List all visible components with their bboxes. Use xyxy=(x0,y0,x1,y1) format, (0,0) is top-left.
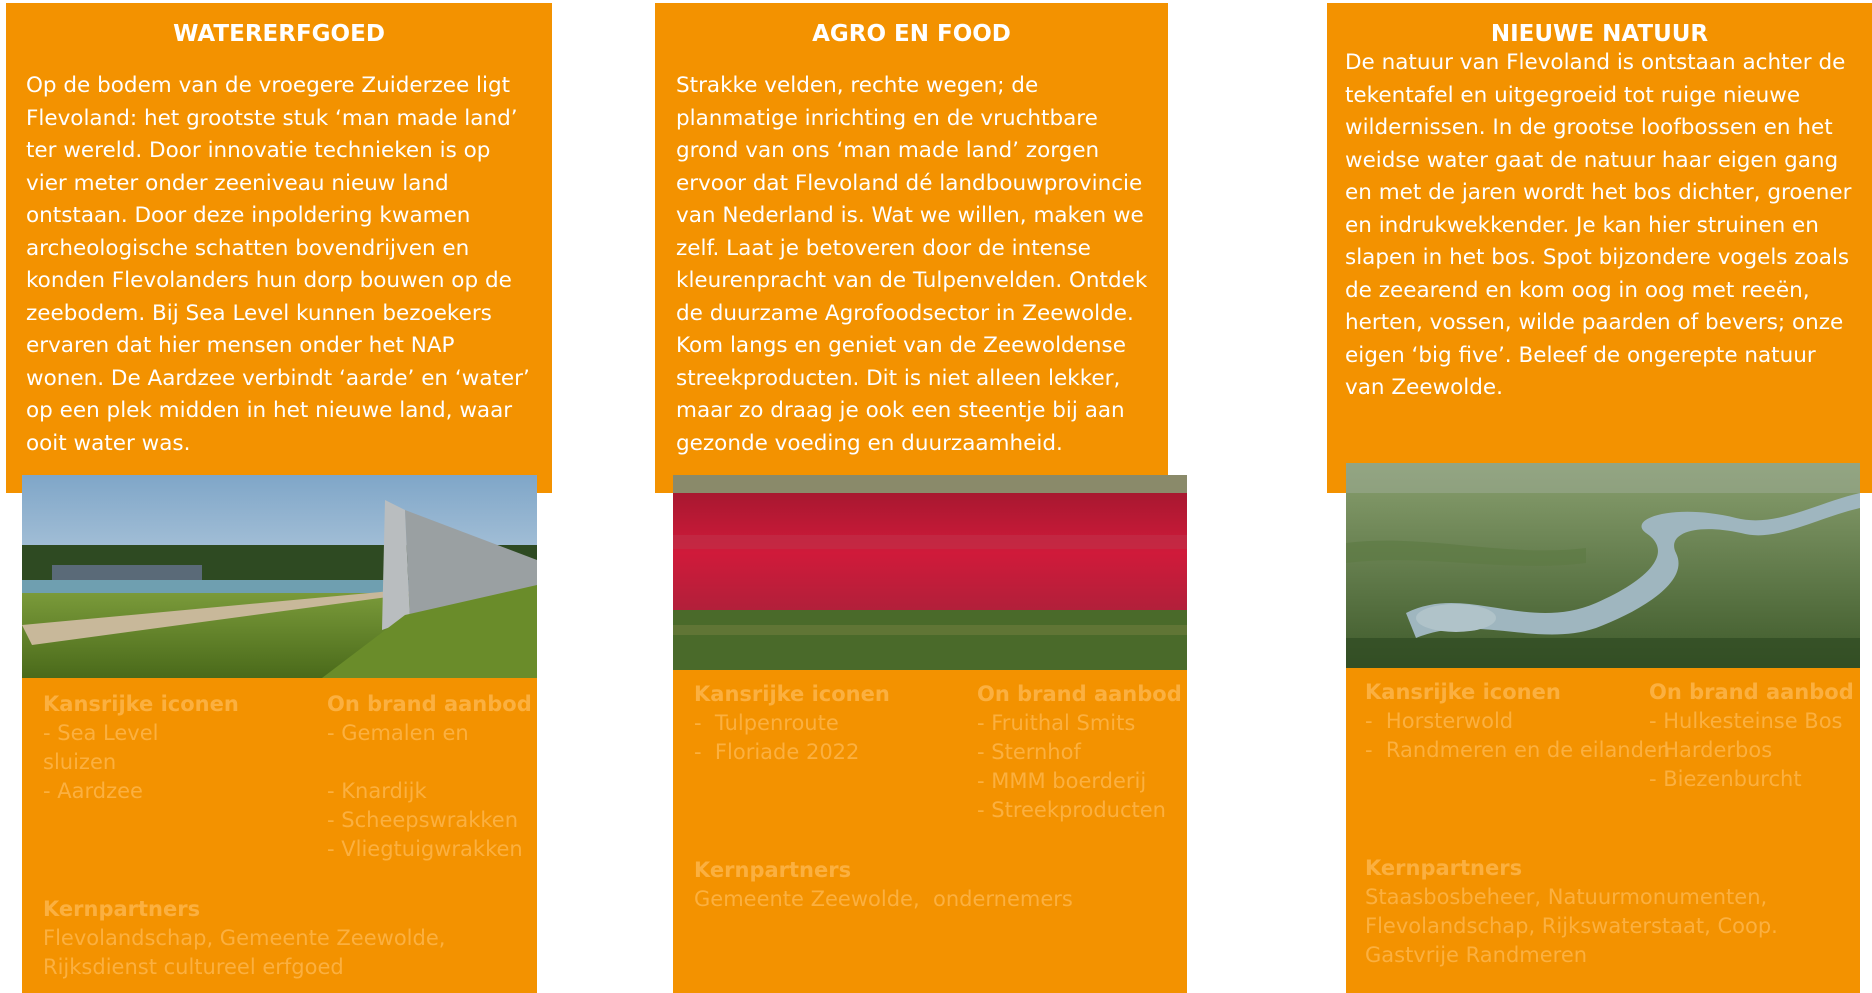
list-item: - Fruithal Smits xyxy=(977,711,1136,735)
kernpartners-section: Kernpartners Staasbosbeheer, Natuurmonum… xyxy=(1365,854,1778,970)
list-item: - MMM boerderij xyxy=(977,769,1147,793)
list-item: - Sea Level xyxy=(43,721,159,745)
kansrijke-iconen-column: Kansrijke iconen - Tulpenroute - Floriad… xyxy=(694,680,890,767)
card-description: Op de bodem van de vroegere Zuiderzee li… xyxy=(26,73,530,456)
on-brand-aanbod-heading: On brand aanbod xyxy=(1649,680,1854,704)
card-description: Strakke velden, rechte wegen; de planmat… xyxy=(676,73,1148,456)
list-item: - Sternhof xyxy=(977,740,1081,764)
card-agro-food-details: Kansrijke iconen - Tulpenroute - Floriad… xyxy=(673,670,1187,993)
list-item: - Gemalen en xyxy=(327,721,469,745)
list-item: sluizen xyxy=(43,750,117,774)
list-item: - Floriade 2022 xyxy=(694,740,860,764)
list-item: - Hulkesteinse Bos xyxy=(1649,709,1843,733)
aerial-nature-photo xyxy=(1346,463,1860,668)
list-item: - Aardzee xyxy=(43,779,143,803)
card-waterfgoed-details: Kansrijke iconen - Sea Level sluizen - A… xyxy=(22,678,537,993)
list-item: - Tulpenroute xyxy=(694,711,839,735)
kansrijke-iconen-heading: Kansrijke iconen xyxy=(1365,680,1561,704)
card-title: AGRO EN FOOD xyxy=(812,21,1011,47)
kansrijke-iconen-heading: Kansrijke iconen xyxy=(43,692,239,716)
list-item: - Harderbos xyxy=(1649,738,1773,762)
list-item: - Scheepswrakken xyxy=(327,808,519,832)
kansrijke-iconen-heading: Kansrijke iconen xyxy=(694,682,890,706)
kernpartners-section: Kernpartners Flevolandschap, Gemeente Ze… xyxy=(43,895,445,982)
card-nieuwe-natuur-intro: NIEUWE NATUUR De natuur van Flevoland is… xyxy=(1327,3,1872,493)
card-title: NIEUWE NATUUR xyxy=(1490,21,1709,47)
tulip-field-photo xyxy=(673,475,1187,670)
kernpartners-line: Staasbosbeheer, Natuurmonumenten, xyxy=(1365,885,1768,909)
card-description: De natuur van Flevoland is ontstaan acht… xyxy=(1345,50,1852,400)
on-brand-aanbod-column: On brand aanbod - Hulkesteinse Bos - Har… xyxy=(1649,678,1854,794)
kernpartners-line: Gastvrije Randmeren xyxy=(1365,943,1588,967)
kernpartners-line: Flevolandschap, Rijkswaterstaat, Coop. xyxy=(1365,914,1778,938)
kernpartners-line: Flevolandschap, Gemeente Zeewolde, xyxy=(43,926,446,950)
on-brand-aanbod-column: On brand aanbod - Gemalen en ​ - Knardij… xyxy=(327,690,532,864)
kernpartners-heading: Kernpartners xyxy=(694,858,852,882)
kernpartners-section: Kernpartners Gemeente Zeewolde, ondernem… xyxy=(694,856,1073,914)
kernpartners-line: Gemeente Zeewolde, ondernemers xyxy=(694,887,1073,911)
card-waterfgoed-intro: WATERERFGOED Op de bodem van de vroegere… xyxy=(6,3,552,493)
on-brand-aanbod-heading: On brand aanbod xyxy=(327,692,532,716)
on-brand-aanbod-column: On brand aanbod - Fruithal Smits - Stern… xyxy=(977,680,1182,825)
list-item: - Streekproducten xyxy=(977,798,1166,822)
list-item: ​ xyxy=(327,748,532,777)
landscape-monument-photo xyxy=(22,475,537,678)
list-item: - Biezenburcht xyxy=(1649,767,1802,791)
on-brand-aanbod-heading: On brand aanbod xyxy=(977,682,1182,706)
kernpartners-line: Rijksdienst cultureel erfgoed xyxy=(43,955,344,979)
card-title: WATERERFGOED xyxy=(173,21,385,47)
kernpartners-heading: Kernpartners xyxy=(1365,856,1523,880)
list-item: - Randmeren en de eilanden xyxy=(1365,738,1671,762)
kansrijke-iconen-column: Kansrijke iconen - Horsterwold - Randmer… xyxy=(1365,678,1670,765)
card-agro-food-intro: AGRO EN FOOD Strakke velden, rechte wege… xyxy=(655,3,1168,493)
kernpartners-heading: Kernpartners xyxy=(43,897,201,921)
card-nieuwe-natuur-details: Kansrijke iconen - Horsterwold - Randmer… xyxy=(1346,668,1860,993)
list-item: - Knardijk xyxy=(327,779,427,803)
kansrijke-iconen-column: Kansrijke iconen - Sea Level sluizen - A… xyxy=(43,690,239,806)
list-item: - Horsterwold xyxy=(1365,709,1514,733)
list-item: - Vliegtuigwrakken xyxy=(327,837,523,861)
